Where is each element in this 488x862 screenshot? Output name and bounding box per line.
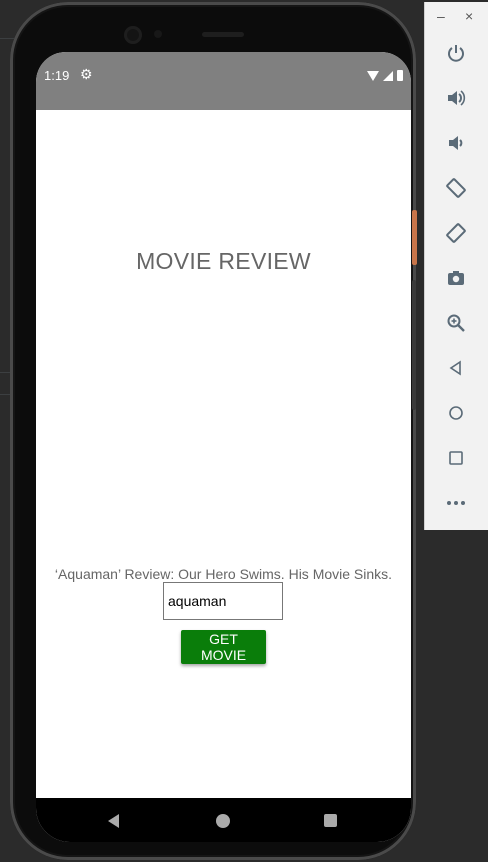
get-movie-button[interactable]: GET MOVIE xyxy=(181,630,266,664)
rotate-right-icon[interactable] xyxy=(443,220,469,246)
nav-back-icon[interactable] xyxy=(108,814,119,828)
status-icons xyxy=(367,70,403,81)
wifi-icon xyxy=(367,70,379,81)
device-screen: 1:19 ⚙ MOVIE REVIEW ‘Aquaman’ Review: Ou… xyxy=(36,52,411,842)
status-bar: 1:19 ⚙ xyxy=(36,52,411,110)
proximity-sensor xyxy=(154,30,162,38)
navigation-bar xyxy=(36,798,411,842)
gear-icon: ⚙ xyxy=(80,66,93,82)
zoom-icon[interactable] xyxy=(443,310,469,336)
signal-icon xyxy=(383,70,393,81)
power-side-button xyxy=(412,210,417,265)
power-icon[interactable] xyxy=(443,40,469,66)
earpiece-speaker xyxy=(202,32,244,37)
review-headline: ‘Aquaman’ Review: Our Hero Swims. His Mo… xyxy=(54,566,393,582)
emulator-toolbar: – × xyxy=(424,2,488,530)
home-icon[interactable] xyxy=(443,400,469,426)
minimize-button[interactable]: – xyxy=(437,8,445,24)
volume-down-icon[interactable] xyxy=(443,130,469,156)
battery-icon xyxy=(397,70,403,81)
overview-icon[interactable] xyxy=(443,445,469,471)
back-icon[interactable] xyxy=(443,355,469,381)
close-button[interactable]: × xyxy=(465,8,473,24)
phone-frame: 1:19 ⚙ MOVIE REVIEW ‘Aquaman’ Review: Ou… xyxy=(10,2,416,860)
front-camera xyxy=(124,26,142,44)
nav-recents-icon[interactable] xyxy=(324,814,337,827)
page-title: MOVIE REVIEW xyxy=(136,248,311,274)
status-time: 1:19 xyxy=(44,68,70,83)
volume-up-icon[interactable] xyxy=(443,85,469,111)
camera-icon[interactable] xyxy=(443,265,469,291)
movie-search-input[interactable] xyxy=(163,582,283,620)
volume-side-button xyxy=(412,280,416,410)
rotate-left-icon[interactable] xyxy=(443,175,469,201)
more-icon[interactable] xyxy=(443,490,469,516)
nav-home-icon[interactable] xyxy=(216,814,230,828)
